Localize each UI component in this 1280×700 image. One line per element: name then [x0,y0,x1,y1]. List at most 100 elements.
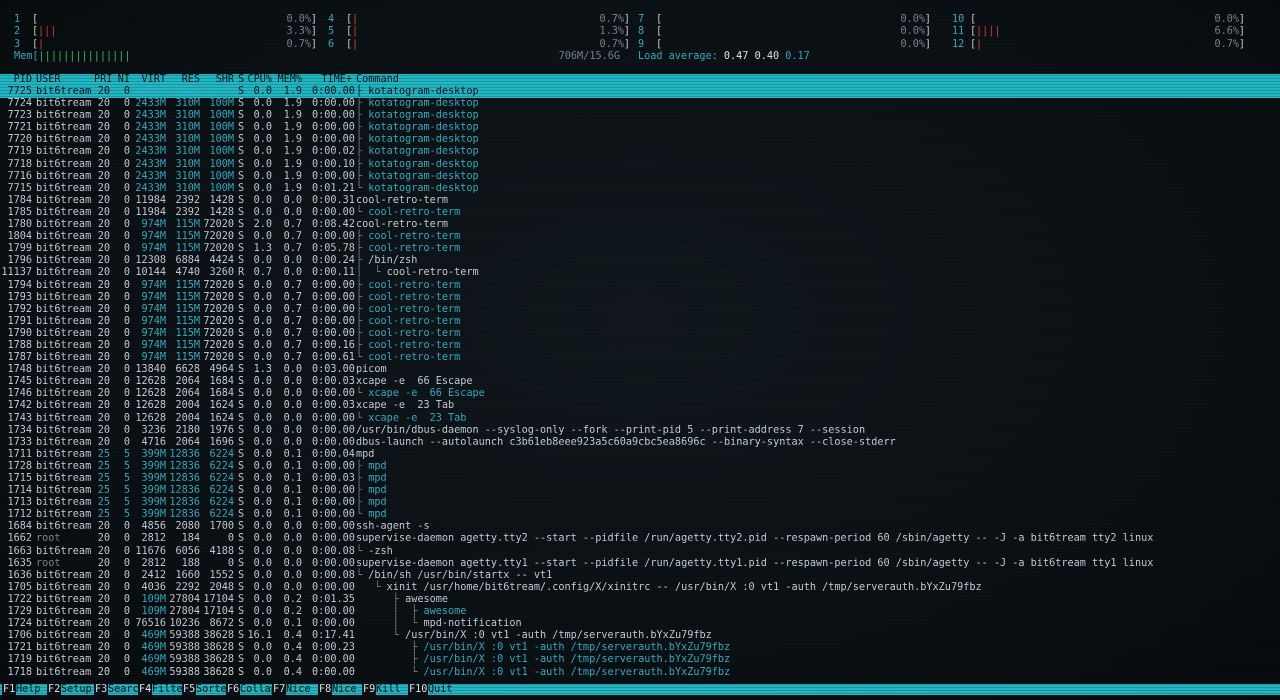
fkey-nice-key[interactable]: F8 [318,684,333,695]
table-row[interactable]: 1746 bit6tream 20 0 12628 2064 1684 S 0.0 0.0 0:00… [0,388,1280,400]
cell-pid: 1746 [7,388,32,400]
table-row[interactable]: 1706 bit6tream 20 0 469M 59388 38628 S 16.1 0.4 0:… [0,630,1280,642]
table-row[interactable]: 1799 bit6tream 20 0 974M 115M 72020 S 1.3 0.7 0:05… [0,243,1280,255]
col-user[interactable]: USER [36,74,61,86]
table-row[interactable]: 1733 bit6tream 20 0 4716 2064 1696 S 0.0 0.0 0:00.… [0,437,1280,449]
fkey-setup-label[interactable]: Setup [61,684,92,695]
table-row[interactable]: 1721 bit6tream 20 0 469M 59388 38628 S 0.0 0.4 0:0… [0,642,1280,654]
table-row[interactable]: 1748 bit6tream 20 0 13840 6628 4964 S 1.3 0.0 0:03… [0,364,1280,376]
col-mem[interactable]: MEM% [276,74,302,86]
cell-cpu: 1.3 [253,364,272,376]
cell-mem: 0.0 [283,376,302,388]
table-row[interactable]: 7719 bit6tream 20 0 2433M 310M 100M S 0.0 1.9 0:00… [0,146,1280,158]
table-row[interactable]: 1684 bit6tream 20 0 4856 2080 1700 S 0.0 0.0 0:00.… [0,521,1280,533]
cell-shr: 2048 [209,581,234,593]
table-row[interactable]: 1635 root 20 0 2812 188 0 S 0.0 0.0 0:00.00 supervi… [0,558,1280,570]
table-row[interactable]: 1796 bit6tream 20 0 12308 6884 4424 S 0.0 0.0 0:00… [0,255,1280,267]
col-virt[interactable]: VIRT [132,74,166,86]
cell-state: S [238,158,245,170]
fkey-kill-label[interactable]: Kill [376,684,401,695]
col-res[interactable]: RES [168,74,200,86]
table-row[interactable]: 1724 bit6tream 20 0 76516 10236 8672 S 0.0 0.1 0:0… [0,618,1280,630]
cell-cpu: 0.0 [253,533,272,545]
table-row[interactable]: 7724 bit6tream 20 0 2433M 310M 100M S 0.0 1.9 0:00… [0,98,1280,110]
table-row[interactable]: 1785 bit6tream 20 0 11984 2392 1428 S 0.0 0.0 0:00… [0,207,1280,219]
table-row[interactable]: 1711 bit6tream 25 5 399M 12836 6224 S 0.0 0.1 0:00… [0,449,1280,461]
table-row[interactable]: 1792 bit6tream 20 0 974M 115M 72020 S 0.0 0.7 0:00… [0,304,1280,316]
table-row[interactable]: 1662 root 20 0 2812 184 0 S 0.0 0.0 0:00.00 supervi… [0,533,1280,545]
table-row[interactable]: 1780 bit6tream 20 0 974M 115M 72020 S 2.0 0.7 0:08… [0,219,1280,231]
table-row[interactable]: 1705 bit6tream 20 0 4036 2292 2048 S 0.0 0.0 0:00.… [0,582,1280,594]
table-row[interactable]: 7721 bit6tream 20 0 2433M 310M 100M S 0.0 1.9 0:00… [0,122,1280,134]
table-row[interactable]: 1663 bit6tream 20 0 11676 6056 4188 S 0.0 0.0 0:00… [0,546,1280,558]
table-row[interactable]: 1804 bit6tream 20 0 974M 115M 72020 S 0.0 0.7 0:00… [0,231,1280,243]
meter-bracket: ] [310,14,317,25]
cell-time: 0:00.03 [312,473,355,484]
fkey-kill-key[interactable]: F9 [362,684,377,695]
command-text: cool-retro-term [368,231,461,243]
col-cpu[interactable]: CPU% [246,74,272,86]
table-row[interactable]: 7720 bit6tream 20 0 2433M 310M 100M S 0.0 1.9 0:00… [0,134,1280,146]
fkey-nice-key[interactable]: F7 [272,684,287,695]
table-row[interactable]: 1788 bit6tream 20 0 974M 115M 72020 S 0.0 0.7 0:00… [0,340,1280,352]
fkey-quit-label[interactable]: Quit [428,684,453,695]
table-row[interactable]: 1718 bit6tream 20 0 469M 59388 38628 S 0.0 0.4 0:0… [0,667,1280,679]
tree-branch: ├ [356,134,369,146]
table-row[interactable]: 1715 bit6tream 25 5 399M 12836 6224 S 0.0 0.1 0:00… [0,473,1280,485]
table-row[interactable]: 11137 bit6tream 20 0 10144 4740 3260 R 0.7 0.0 0:0… [0,267,1280,279]
table-row[interactable]: 1712 bit6tream 25 5 399M 12836 6224 S 0.0 0.1 0:00… [0,509,1280,521]
fkey-help-label[interactable]: Help [16,684,41,695]
table-row[interactable]: 1742 bit6tream 20 0 12628 2004 1624 S 0.0 0.0 0:00… [0,400,1280,412]
table-row[interactable]: 1722 bit6tream 20 0 109M 27804 17104 S 0.0 0.2 0:0… [0,594,1280,606]
table-row[interactable]: 1790 bit6tream 20 0 974M 115M 72020 S 0.0 0.7 0:00… [0,328,1280,340]
table-row[interactable]: 1734 bit6tream 20 0 3236 2180 1976 S 0.0 0.0 0:00.… [0,425,1280,437]
table-row[interactable]: 7725 bit6tream 20 0 2433M 310M 100M S 0.0 1.9 0:00… [0,86,1280,99]
cell-pri: 20 [97,666,110,678]
cell-pid: 1663 [7,545,32,557]
col-command[interactable]: Command [356,74,399,86]
table-row[interactable]: 1719 bit6tream 20 0 469M 59388 38628 S 0.0 0.4 0:0… [0,654,1280,666]
cell-virt: 2433M [135,86,166,97]
process-list[interactable]: 7725 bit6tream 20 0 2433M 310M 100M S 0.0 1.9 0:00… [0,86,1280,679]
table-row[interactable]: 1729 bit6tream 20 0 109M 27804 17104 S 0.0 0.2 0:0… [0,606,1280,618]
table-row[interactable]: 7716 bit6tream 20 0 2433M 310M 100M S 0.0 1.9 0:00… [0,171,1280,183]
col-pri[interactable]: PRI [94,74,112,86]
table-row[interactable]: 1793 bit6tream 20 0 974M 115M 72020 S 0.0 0.7 0:00… [0,292,1280,304]
table-row[interactable]: 1787 bit6tream 20 0 974M 115M 72020 S 0.0 0.7 0:00… [0,352,1280,364]
col-state[interactable]: S [238,74,244,86]
cell-cpu: 0.0 [253,460,272,472]
fkey-filter-key[interactable]: F4 [138,684,153,695]
table-row[interactable]: 1745 bit6tream 20 0 12628 2064 1684 S 0.0 0.0 0:00… [0,376,1280,388]
fkey-setup-key[interactable]: F2 [47,684,62,695]
table-row[interactable]: 1713 bit6tream 25 5 399M 12836 6224 S 0.0 0.1 0:00… [0,497,1280,509]
table-row[interactable]: 1728 bit6tream 25 5 399M 12836 6224 S 0.0 0.1 0:00… [0,461,1280,473]
table-row[interactable]: 1784 bit6tream 20 0 11984 2392 1428 S 0.0 0.0 0:00… [0,195,1280,207]
table-row[interactable]: 1794 bit6tream 20 0 974M 115M 72020 S 0.0 0.7 0:00… [0,280,1280,292]
cell-virt: 2812 [141,533,166,545]
cell-time: 0:00.00 [312,424,355,436]
fkey-search-key[interactable]: F3 [94,684,109,695]
cell-pri: 20 [97,388,110,400]
fkey-collap-key[interactable]: F6 [226,684,241,695]
col-time[interactable]: TIME+ [312,74,352,86]
cell-user: bit6tream [36,291,92,303]
table-row[interactable]: 7715 bit6tream 20 0 2433M 310M 100M S 0.0 1.9 0:01… [0,183,1280,195]
table-row[interactable]: 7723 bit6tream 20 0 2433M 310M 100M S 0.0 1.9 0:00… [0,110,1280,122]
cell-shr: 6224 [209,509,234,521]
table-row[interactable]: 1636 bit6tream 20 0 2412 1660 1552 S 0.0 0.0 0:00.… [0,570,1280,582]
fkey-quit-key[interactable]: F10 [408,684,429,695]
command-text: /bin/sh /usr/bin/startx -- vt1 [368,569,553,581]
col-ni[interactable]: NI [112,74,130,86]
table-row[interactable]: 1714 bit6tream 25 5 399M 12836 6224 S 0.0 0.1 0:00… [0,485,1280,497]
fkey-help-key[interactable]: F1 [2,684,17,695]
col-pid[interactable]: PID [0,74,32,86]
table-row[interactable]: 1791 bit6tream 20 0 974M 115M 72020 S 0.0 0.7 0:00… [0,316,1280,328]
fkey-sorted-key[interactable]: F5 [182,684,197,695]
cell-pri: 20 [97,170,110,182]
cell-command: ├ /usr/bin/X :0 vt1 -auth /tmp/serveraut… [356,642,730,654]
table-row[interactable]: 1743 bit6tream 20 0 12628 2004 1624 S 0.0 0.0 0:00… [0,413,1280,425]
table-row[interactable]: 7718 bit6tream 20 0 2433M 310M 100M S 0.0 1.9 0:00… [0,159,1280,171]
command-text: mpd [356,448,375,460]
cell-state: S [238,400,245,412]
col-shr[interactable]: SHR [200,74,234,86]
